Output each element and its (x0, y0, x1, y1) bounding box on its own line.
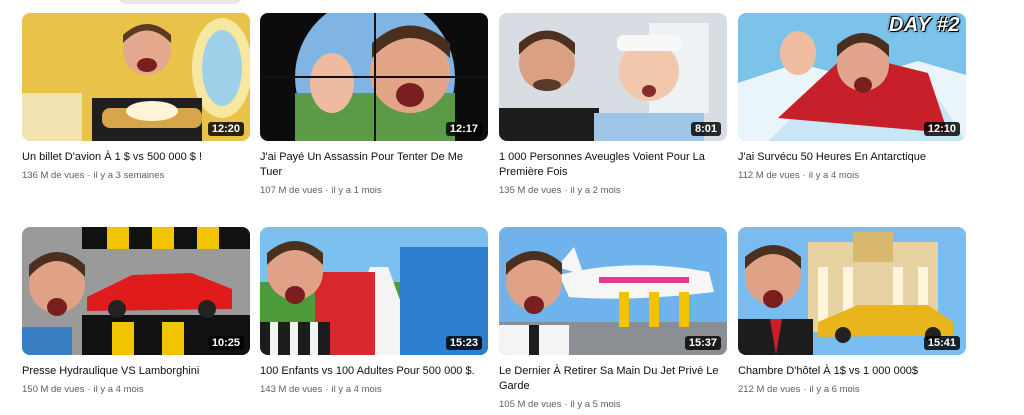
video-thumbnail[interactable]: 8:01 (499, 13, 727, 141)
video-thumbnail[interactable]: 10:25 (22, 227, 250, 355)
upload-age: il y a 4 mois (331, 384, 382, 395)
view-count: 112 M de vues (738, 170, 800, 181)
meta-separator: · (564, 185, 568, 196)
video-meta: 136 M de vues · il y a 3 semaines (22, 169, 250, 182)
meta-separator: · (325, 185, 329, 196)
video-thumbnail[interactable]: 15:41 (738, 227, 966, 355)
view-count: 105 M de vues (499, 399, 562, 410)
upload-age: il y a 2 mois (570, 185, 621, 196)
video-thumbnail[interactable]: 12:20 (22, 13, 250, 141)
video-card[interactable]: 10:25 Presse Hydraulique VS Lamborghini … (22, 227, 250, 396)
video-card[interactable]: 15:37 Le Dernier À Retirer Sa Main Du Je… (499, 227, 727, 411)
video-duration: 12:10 (923, 122, 960, 136)
view-count: 150 M de vues (22, 384, 85, 395)
view-count: 136 M de vues (22, 170, 85, 181)
video-meta: 143 M de vues · il y a 4 mois (260, 383, 488, 396)
video-thumbnail[interactable]: 15:37 (499, 227, 727, 355)
video-title[interactable]: 100 Enfants vs 100 Adultes Pour 500 000 … (260, 364, 482, 379)
video-duration: 10:25 (207, 336, 244, 350)
meta-separator: · (87, 384, 91, 395)
video-card[interactable]: 15:23 100 Enfants vs 100 Adultes Pour 50… (260, 227, 488, 396)
video-title[interactable]: 1 000 Personnes Aveugles Voient Pour La … (499, 150, 721, 180)
video-thumbnail[interactable]: 15:23 (260, 227, 488, 355)
video-meta: 112 M de vues · il y a 4 mois (738, 169, 966, 182)
video-meta: 107 M de vues · il y a 1 mois (260, 184, 488, 197)
video-duration: 12:17 (445, 122, 482, 136)
view-count: 135 M de vues (499, 185, 562, 196)
video-meta: 212 M de vues · il y a 6 mois (738, 383, 966, 396)
video-title[interactable]: Chambre D'hôtel À 1$ vs 1 000 000$ (738, 364, 960, 379)
video-title[interactable]: J'ai Payé Un Assassin Pour Tenter De Me … (260, 150, 482, 180)
upload-age: il y a 3 semaines (93, 170, 165, 181)
meta-separator: · (803, 384, 807, 395)
view-count: 107 M de vues (260, 185, 323, 196)
video-duration: 12:20 (207, 122, 244, 136)
video-duration: 15:37 (684, 336, 721, 350)
video-title[interactable]: Presse Hydraulique VS Lamborghini (22, 364, 244, 379)
video-thumbnail[interactable]: 12:17 (260, 13, 488, 141)
video-duration: 15:41 (923, 336, 960, 350)
upload-age: il y a 5 mois (570, 399, 621, 410)
upload-age: il y a 4 mois (808, 170, 859, 181)
meta-separator: · (564, 399, 568, 410)
meta-separator: · (325, 384, 329, 395)
view-count: 143 M de vues (260, 384, 323, 395)
video-card[interactable]: 12:17 J'ai Payé Un Assassin Pour Tenter … (260, 13, 488, 197)
video-title[interactable]: J'ai Survécu 50 Heures En Antarctique (738, 150, 960, 165)
meta-separator: · (802, 170, 806, 181)
video-meta: 105 M de vues · il y a 5 mois (499, 398, 727, 411)
video-duration: 8:01 (690, 122, 721, 136)
video-card[interactable]: 15:41 Chambre D'hôtel À 1$ vs 1 000 000$… (738, 227, 966, 396)
view-count: 212 M de vues (738, 384, 801, 395)
video-thumbnail[interactable]: DAY #2 12:10 (738, 13, 966, 141)
upload-age: il y a 6 mois (809, 384, 860, 395)
video-duration: 15:23 (445, 336, 482, 350)
thumbnail-overlay-text: DAY #2 (888, 14, 960, 36)
upload-age: il y a 1 mois (331, 185, 382, 196)
video-meta: 135 M de vues · il y a 2 mois (499, 184, 727, 197)
upload-age: il y a 4 mois (93, 384, 144, 395)
previous-row-edge (120, 0, 240, 4)
video-card[interactable]: 12:20 Un billet D'avion À 1 $ vs 500 000… (22, 13, 250, 182)
video-card[interactable]: DAY #2 12:10 J'ai Survécu 50 Heures En A… (738, 13, 966, 182)
video-card[interactable]: 8:01 1 000 Personnes Aveugles Voient Pou… (499, 13, 727, 197)
meta-separator: · (87, 170, 91, 181)
video-title[interactable]: Le Dernier À Retirer Sa Main Du Jet Priv… (499, 364, 721, 394)
video-meta: 150 M de vues · il y a 4 mois (22, 383, 250, 396)
video-grid: 12:20 Un billet D'avion À 1 $ vs 500 000… (0, 0, 1024, 415)
video-title[interactable]: Un billet D'avion À 1 $ vs 500 000 $ ! (22, 150, 244, 165)
